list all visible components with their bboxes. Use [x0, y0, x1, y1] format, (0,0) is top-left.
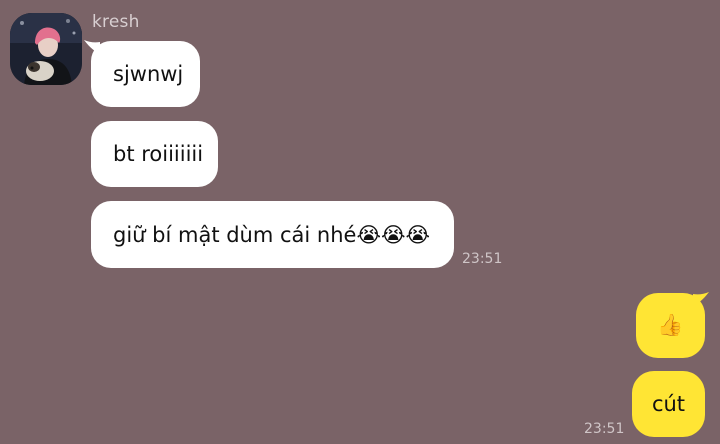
- message-bubble[interactable]: bt roiiiiiii: [91, 121, 218, 187]
- sender-avatar[interactable]: [10, 13, 82, 85]
- message-bubble[interactable]: 👍: [636, 293, 705, 358]
- sender-name: kresh: [92, 12, 140, 32]
- avatar-photo: [10, 13, 82, 85]
- message-text: giữ bí mật dùm cái nhé😭😭😭: [113, 222, 431, 247]
- message-timestamp: 23:51: [584, 421, 625, 437]
- message-text: bt roiiiiiii: [113, 142, 204, 166]
- message-bubble[interactable]: sjwnwj: [91, 41, 200, 107]
- thumbs-up-icon: 👍: [657, 313, 684, 337]
- message-bubble[interactable]: cút: [632, 371, 705, 437]
- message-bubble[interactable]: giữ bí mật dùm cái nhé😭😭😭: [91, 201, 454, 268]
- message-timestamp: 23:51: [462, 251, 503, 267]
- message-text: sjwnwj: [113, 62, 184, 86]
- message-text: cút: [651, 392, 686, 416]
